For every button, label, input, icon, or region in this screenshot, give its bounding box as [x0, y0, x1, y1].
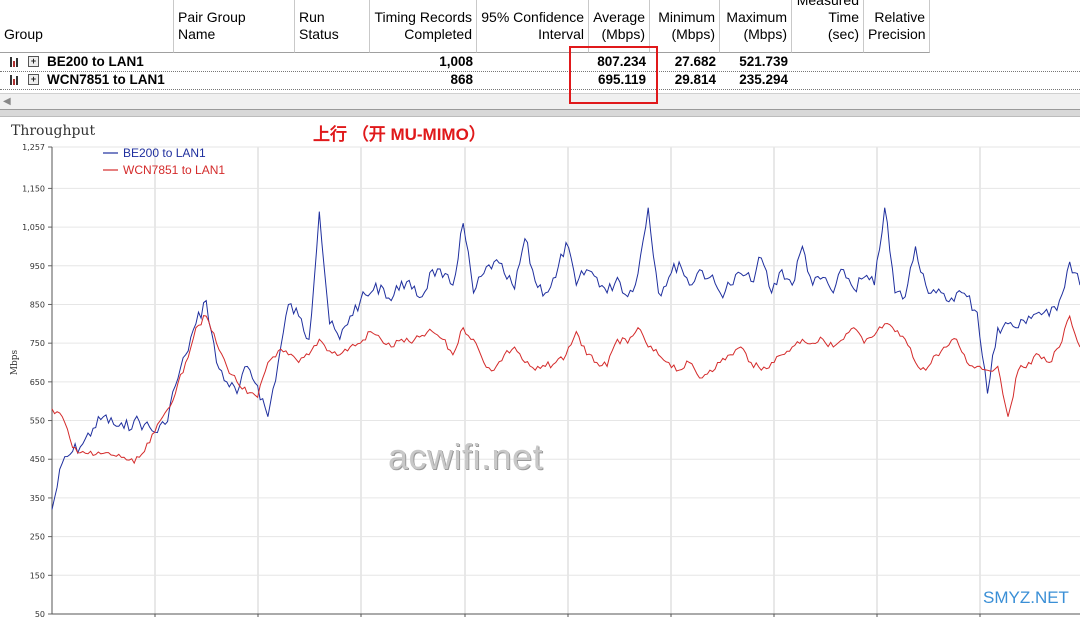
header-timing-records[interactable]: Timing Records Completed: [370, 0, 477, 53]
horizontal-scrollbar[interactable]: ◀: [0, 93, 1080, 110]
row-records: 1,008: [439, 54, 473, 69]
header-run-status-line2: Run Status: [299, 9, 339, 42]
header-maximum[interactable]: Maximum (Mbps): [720, 0, 792, 53]
table-row[interactable]: + BE200 to LAN1 1,008 807.234 27.682 521…: [0, 53, 1080, 71]
row-minimum: 29.814: [674, 72, 716, 87]
header-relative-precision-line1: Relative: [874, 9, 925, 25]
brand-watermark: SMYZ.NET: [983, 588, 1069, 607]
header-average-line1: Average: [593, 9, 645, 25]
y-tick-label: 650: [30, 378, 45, 387]
y-tick-label: 550: [30, 417, 45, 426]
header-minimum[interactable]: Minimum (Mbps): [650, 0, 720, 53]
header-average-line2: (Mbps): [601, 26, 645, 42]
chart-title: Throughput: [11, 123, 96, 139]
row-maximum: 235.294: [739, 72, 788, 87]
row-minimum: 27.682: [674, 54, 716, 69]
table-row[interactable]: + WCN7851 to LAN1 868 695.119 29.814 235…: [0, 71, 1080, 89]
row-group-name: BE200 to LAN1: [47, 54, 144, 69]
watermark: acwifi.net: [388, 436, 544, 477]
row-maximum: 521.739: [739, 54, 788, 69]
y-tick-label: 1,257: [22, 143, 45, 152]
y-tick-label: 1,050: [22, 223, 45, 232]
y-tick-label: 1,150: [22, 184, 45, 193]
pane-splitter[interactable]: [0, 109, 1080, 117]
header-measured-time-line1: Measured: [796, 0, 859, 8]
header-relative-precision[interactable]: Relative Precision: [864, 0, 930, 53]
expand-icon[interactable]: +: [28, 74, 39, 85]
header-pair-group-line2: Name: [178, 26, 216, 42]
expand-icon[interactable]: +: [28, 56, 39, 67]
y-tick-label: 350: [30, 494, 45, 503]
y-tick-label: 250: [30, 533, 45, 542]
header-maximum-line1: Maximum: [726, 9, 787, 25]
header-minimum-line2: (Mbps): [671, 26, 715, 42]
y-tick-label: 750: [30, 339, 45, 348]
header-timing-records-line2: Completed: [404, 26, 472, 42]
row-group-name: WCN7851 to LAN1: [47, 72, 165, 87]
header-confidence-line1: 95% Confidence: [481, 9, 584, 25]
series-line-be200: [51, 207, 1080, 510]
legend-label: WCN7851 to LAN1: [123, 163, 225, 177]
header-minimum-line1: Minimum: [658, 9, 715, 25]
y-axis-label: Mbps: [10, 349, 20, 375]
row-records: 868: [450, 72, 473, 87]
average-highlight-box: [569, 46, 658, 104]
header-timing-records-line1: Timing Records: [374, 9, 472, 25]
header-measured-time[interactable]: Measured Time (sec): [792, 0, 864, 53]
throughput-chart: 50 150 250 350 450 550 650 750 850 950 1,050 1,150 1…: [10, 143, 1080, 618]
header-measured-time-line2: Time (sec): [827, 9, 859, 42]
y-tick-label: 450: [30, 455, 45, 464]
header-run-status[interactable]: Run Status: [295, 0, 370, 53]
header-group[interactable]: Group: [0, 0, 174, 53]
header-pair-group-name[interactable]: Pair Group Name: [174, 0, 295, 53]
results-grid: Group Pair Group Name Run Status Timing …: [0, 0, 1080, 112]
header-confidence-line2: Interval: [538, 26, 584, 42]
header-group-line2: Group: [4, 26, 43, 42]
y-tick-label: 50: [35, 610, 45, 618]
y-tick-label: 850: [30, 300, 45, 309]
header-maximum-line2: (Mbps): [743, 26, 787, 42]
row-divider: [0, 89, 1080, 90]
y-tick-label: 950: [30, 262, 45, 271]
series-line-wcn7851: [51, 314, 1080, 465]
header-pair-group-line1: Pair Group: [178, 9, 246, 25]
pair-chart-icon: [10, 75, 21, 85]
y-tick-label: 150: [30, 571, 45, 580]
legend-label: BE200 to LAN1: [123, 146, 206, 160]
pair-chart-icon: [10, 57, 21, 67]
scroll-left-icon[interactable]: ◀: [3, 94, 11, 110]
header-relative-precision-line2: Precision: [868, 26, 926, 42]
